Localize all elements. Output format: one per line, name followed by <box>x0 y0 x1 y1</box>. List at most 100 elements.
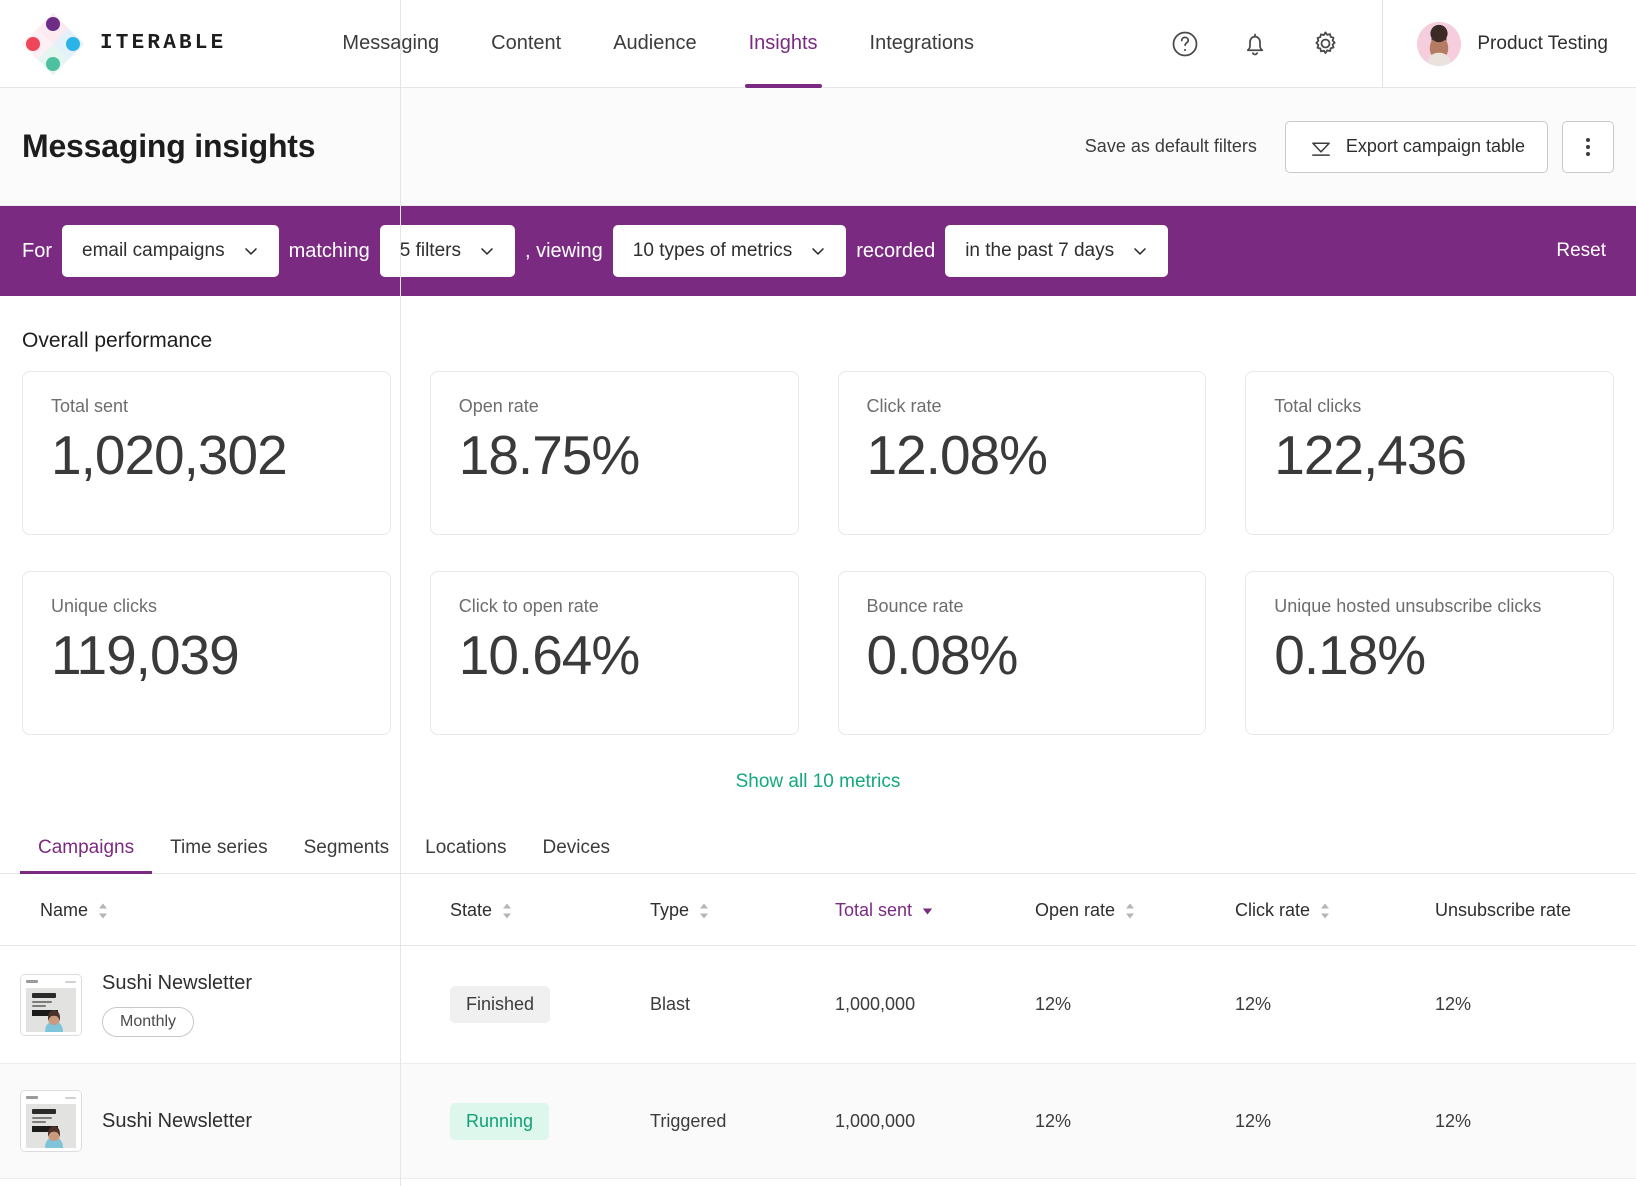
campaign-table: Name State Type Total sent Open rate Cli… <box>0 0 1636 1186</box>
metric-label: Bounce rate <box>866 596 964 616</box>
account-menu[interactable]: Product Testing <box>1383 21 1636 66</box>
name-column-divider <box>400 0 401 1186</box>
cell-name: Sushi Newsletter Monthly <box>0 945 450 1064</box>
main-content: Overall performance Total sent 1,020,302… <box>0 329 1636 793</box>
settings-gear-icon[interactable] <box>1299 18 1351 70</box>
metric-label: Unique clicks <box>51 596 158 616</box>
cell-open-rate: 12% <box>1035 1063 1235 1179</box>
campaign-thumbnail <box>20 1090 82 1152</box>
insights-tabs: Campaigns Time series Segments Locations… <box>0 837 1636 874</box>
tab-campaigns[interactable]: Campaigns <box>20 837 153 874</box>
chevron-down-icon <box>1134 248 1146 255</box>
brand-name: ITERABLE <box>100 32 227 55</box>
brand-logo[interactable]: ITERABLE <box>0 12 227 75</box>
metric-card-click-rate[interactable]: Click rate 12.08% <box>837 371 1207 535</box>
column-label: Open rate <box>1035 900 1116 920</box>
metrics-type-value: 10 types of metrics <box>632 240 793 261</box>
sort-updown-icon <box>1321 903 1330 918</box>
cell-total-sent: 1,000,000 <box>835 945 1035 1064</box>
nav-item-audience[interactable]: Audience <box>587 0 722 88</box>
cell-state: Running <box>450 1063 650 1179</box>
timeframe-value: in the past 7 days <box>965 240 1115 261</box>
reset-filters-button[interactable]: Reset <box>1556 240 1614 262</box>
column-header-click-rate[interactable]: Click rate <box>1235 874 1435 946</box>
tab-locations[interactable]: Locations <box>407 837 524 873</box>
column-label: Name <box>40 900 89 920</box>
table-row[interactable]: Sushi Newsletter Running Triggered 1,000… <box>0 1063 1636 1179</box>
nav-item-insights[interactable]: Insights <box>723 0 844 88</box>
nav-item-integrations[interactable]: Integrations <box>844 0 1001 88</box>
help-icon[interactable] <box>1159 18 1211 70</box>
nav-item-content[interactable]: Content <box>465 0 587 88</box>
metric-card-total-clicks[interactable]: Total clicks 122,436 <box>1245 371 1614 535</box>
sort-descending-icon <box>922 908 933 914</box>
header-actions: Save as default filters Export campaign … <box>1085 120 1614 173</box>
metric-value: 1,020,302 <box>51 424 288 486</box>
metric-card-bounce-rate[interactable]: Bounce rate 0.08% <box>837 571 1207 735</box>
tab-time-series[interactable]: Time series <box>152 837 285 873</box>
metric-label: Total clicks <box>1274 396 1362 416</box>
download-icon <box>1312 141 1330 156</box>
cell-type: Triggered <box>650 1063 835 1179</box>
metric-value: 18.75% <box>458 424 641 486</box>
column-label: State <box>450 900 493 920</box>
metric-label: Click to open rate <box>458 596 599 616</box>
metric-card-click-to-open-rate[interactable]: Click to open rate 10.64% <box>429 571 799 735</box>
status-badge: Finished <box>450 986 551 1023</box>
metric-value: 122,436 <box>1274 424 1467 486</box>
metric-label: Click rate <box>866 396 942 416</box>
cell-click-rate: 12% <box>1235 1063 1435 1179</box>
cell-name: Sushi Newsletter <box>0 1063 450 1179</box>
column-header-open-rate[interactable]: Open rate <box>1035 874 1235 946</box>
column-label: Type <box>650 900 690 920</box>
filter-label-matching: matching <box>288 239 370 262</box>
column-header-type[interactable]: Type <box>650 874 835 946</box>
column-label: Total sent <box>835 900 913 920</box>
notifications-bell-icon[interactable] <box>1229 18 1281 70</box>
chevron-down-icon <box>244 248 257 255</box>
nav-right-group: Product Testing <box>1150 0 1636 88</box>
column-header-name[interactable]: Name <box>0 874 450 946</box>
page-header: Messaging insights Save as default filte… <box>0 88 1636 206</box>
entity-type-select[interactable]: email campaigns <box>62 225 279 277</box>
column-header-state[interactable]: State <box>450 874 650 946</box>
chevron-down-icon <box>812 248 824 255</box>
sort-updown-icon <box>503 903 512 918</box>
table-header-row: Name State Type Total sent Open rate Cli… <box>0 874 1636 946</box>
nav-item-messaging[interactable]: Messaging <box>316 0 465 88</box>
table-row[interactable]: Sushi Newsletter Monthly Finished Blast … <box>0 945 1636 1064</box>
tab-segments[interactable]: Segments <box>286 837 408 873</box>
metric-value: 10.64% <box>458 624 641 686</box>
metric-card-unique-clicks[interactable]: Unique clicks 119,039 <box>22 571 391 735</box>
campaign-thumbnail <box>20 973 82 1036</box>
cell-click-rate: 12% <box>1235 945 1435 1064</box>
kebab-menu-icon[interactable] <box>1562 120 1614 173</box>
column-header-total-sent[interactable]: Total sent <box>835 874 1035 946</box>
metric-label: Total sent <box>51 396 129 416</box>
metric-card-open-rate[interactable]: Open rate 18.75% <box>429 371 799 535</box>
campaign-name[interactable]: Sushi Newsletter <box>102 972 252 995</box>
export-campaign-table-button[interactable]: Export campaign table <box>1284 120 1548 173</box>
metric-card-unique-hosted-unsubscribe-clicks[interactable]: Unique hosted unsubscribe clicks 0.18% <box>1245 571 1614 735</box>
metric-card-total-sent[interactable]: Total sent 1,020,302 <box>22 371 391 535</box>
metrics-type-select[interactable]: 10 types of metrics <box>612 225 847 277</box>
cell-type: Blast <box>650 945 835 1064</box>
filter-bar: For email campaigns matching 5 filters ,… <box>0 206 1636 296</box>
metric-value: 0.18% <box>1274 624 1426 686</box>
cell-unsubscribe-rate: 12% <box>1435 945 1636 1064</box>
campaign-name[interactable]: Sushi Newsletter <box>102 1110 252 1133</box>
save-as-default-filters-button[interactable]: Save as default filters <box>1085 136 1257 157</box>
filter-label-for: For <box>22 239 52 262</box>
metric-value: 119,039 <box>51 624 240 686</box>
table-body: Sushi Newsletter Monthly Finished Blast … <box>0 945 1636 1179</box>
metric-label: Open rate <box>458 396 539 416</box>
show-all-metrics-link[interactable]: Show all 10 metrics <box>736 771 901 793</box>
tab-devices[interactable]: Devices <box>524 837 628 873</box>
metric-value: 0.08% <box>866 624 1019 686</box>
filter-label-viewing: , viewing <box>524 239 603 262</box>
show-all-metrics-wrap: Show all 10 metrics <box>22 771 1614 793</box>
cell-open-rate: 12% <box>1035 945 1235 1064</box>
column-header-unsubscribe-rate[interactable]: Unsubscribe rate <box>1435 874 1636 946</box>
page-title: Messaging insights <box>22 128 316 164</box>
timeframe-select[interactable]: in the past 7 days <box>945 225 1169 277</box>
